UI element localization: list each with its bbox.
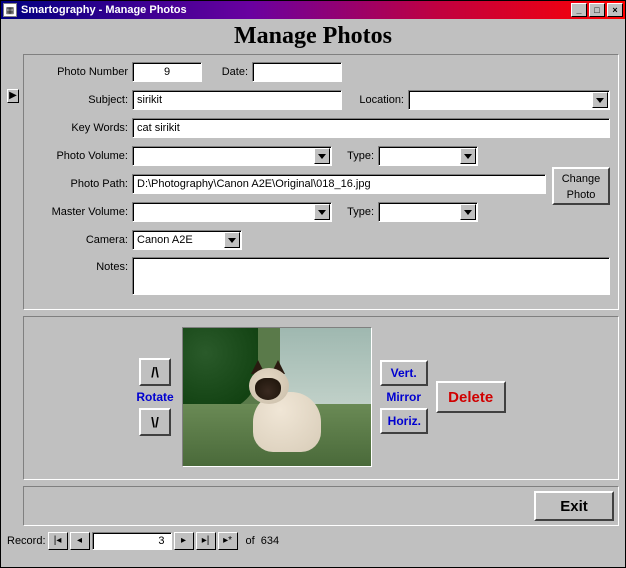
record-navigator: Record: |◂ ◂ ▸ ▸| ▸* of 634 bbox=[7, 530, 619, 550]
record-number-field[interactable] bbox=[92, 532, 172, 550]
image-panel: /\ Rotate \/ Vert. bbox=[23, 316, 619, 480]
location-label: Location: bbox=[342, 94, 408, 106]
master-volume-field[interactable] bbox=[132, 202, 332, 222]
keywords-field[interactable] bbox=[132, 118, 610, 138]
mirror-horiz-button[interactable]: Horiz. bbox=[380, 408, 428, 434]
location-field[interactable] bbox=[408, 90, 610, 110]
photo-subject-cat bbox=[245, 364, 325, 456]
page-title: Manage Photos bbox=[7, 23, 619, 50]
client-area: Manage Photos ▶ Photo Number Date: Subje… bbox=[1, 19, 625, 567]
rotate-label: Rotate bbox=[136, 390, 173, 404]
nav-new-button[interactable]: ▸* bbox=[218, 532, 238, 550]
camera-label: Camera: bbox=[32, 234, 132, 246]
record-total: 634 bbox=[261, 535, 279, 547]
minimize-button[interactable]: _ bbox=[571, 3, 587, 17]
photo-preview bbox=[182, 327, 372, 467]
nav-first-button[interactable]: |◂ bbox=[48, 532, 68, 550]
maximize-button[interactable]: □ bbox=[589, 3, 605, 17]
photo-number-field[interactable] bbox=[132, 62, 202, 82]
photo-path-field[interactable] bbox=[132, 174, 546, 194]
notes-label: Notes: bbox=[32, 257, 132, 273]
subject-label: Subject: bbox=[32, 94, 132, 106]
nav-next-button[interactable]: ▸ bbox=[174, 532, 194, 550]
form-panel: Photo Number Date: Subject: Location: Ke… bbox=[23, 54, 619, 310]
nav-last-button[interactable]: ▸| bbox=[196, 532, 216, 550]
type1-label: Type: bbox=[332, 150, 378, 162]
record-label: Record: bbox=[7, 535, 46, 547]
photo-path-label: Photo Path: bbox=[32, 178, 132, 190]
nav-prev-button[interactable]: ◂ bbox=[70, 532, 90, 550]
change-photo-button[interactable]: Change Photo bbox=[552, 167, 610, 205]
notes-field[interactable] bbox=[132, 257, 610, 295]
keywords-label: Key Words: bbox=[32, 122, 132, 134]
photo-number-label: Photo Number bbox=[32, 66, 132, 78]
record-selector-toggle[interactable]: ▶ bbox=[7, 89, 19, 103]
mirror-group: Vert. Mirror Horiz. bbox=[380, 360, 428, 434]
rotate-up-button[interactable]: /\ bbox=[139, 358, 171, 386]
date-label: Date: bbox=[202, 66, 252, 78]
rotate-down-button[interactable]: \/ bbox=[139, 408, 171, 436]
master-type-field[interactable] bbox=[378, 202, 478, 222]
titlebar: ▦ Smartography - Manage Photos _ □ × bbox=[1, 1, 625, 19]
master-volume-label: Master Volume: bbox=[32, 206, 132, 218]
record-of-label: of bbox=[246, 535, 255, 547]
camera-field[interactable] bbox=[132, 230, 242, 250]
app-window: ▦ Smartography - Manage Photos _ □ × Man… bbox=[0, 0, 626, 568]
type2-label: Type: bbox=[332, 206, 378, 218]
exit-panel: Exit bbox=[23, 486, 619, 526]
date-field[interactable] bbox=[252, 62, 342, 82]
app-icon: ▦ bbox=[3, 3, 17, 17]
photo-volume-field[interactable] bbox=[132, 146, 332, 166]
photo-volume-label: Photo Volume: bbox=[32, 150, 132, 162]
window-title: Smartography - Manage Photos bbox=[21, 4, 571, 16]
mirror-label: Mirror bbox=[386, 390, 421, 404]
exit-button[interactable]: Exit bbox=[534, 491, 614, 521]
subject-field[interactable] bbox=[132, 90, 342, 110]
delete-button[interactable]: Delete bbox=[436, 381, 506, 413]
photo-type-field[interactable] bbox=[378, 146, 478, 166]
close-button[interactable]: × bbox=[607, 3, 623, 17]
rotate-group: /\ Rotate \/ bbox=[136, 358, 173, 436]
mirror-vert-button[interactable]: Vert. bbox=[380, 360, 428, 386]
